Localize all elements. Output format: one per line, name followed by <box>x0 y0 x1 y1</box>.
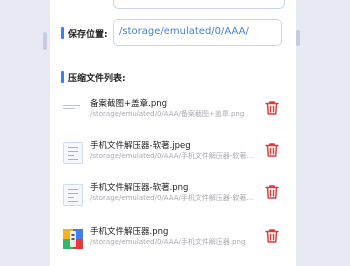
file-name: 手机文件解压器-软著.jpeg <box>90 141 191 151</box>
right-background <box>304 0 350 266</box>
file-list-marker <box>61 71 64 83</box>
file-path: /storage/emulated/0/AAA/手机文件解压器-软著.jpeg <box>90 152 255 160</box>
list-item[interactable]: 手机文件解压器-软著.jpeg /storage/emulated/0/AAA/… <box>63 136 285 170</box>
save-location-input[interactable]: /storage/emulated/0/AAA/ <box>113 19 282 46</box>
save-location-label: 保存位置: <box>68 30 108 40</box>
list-item[interactable]: 备案截图+盖章.png /storage/emulated/0/AAA/备案截图… <box>63 94 285 128</box>
previous-field-bottom <box>113 0 285 9</box>
file-path: /storage/emulated/0/AAA/手机文件解压器.png <box>90 238 246 246</box>
file-path: /storage/emulated/0/AAA/备案截图+盖章.png <box>90 110 245 118</box>
right-edge-handle <box>296 30 300 46</box>
file-path: /storage/emulated/0/AAA/手机文件解压器-软著.png <box>90 194 255 202</box>
trash-icon[interactable] <box>263 99 281 117</box>
blank-image-icon <box>63 100 83 122</box>
document-image-icon <box>63 142 83 164</box>
file-name: 手机文件解压器.png <box>90 227 169 237</box>
trash-icon[interactable] <box>263 183 281 201</box>
file-name: 手机文件解压器-软著.png <box>90 183 189 193</box>
left-background <box>0 0 48 266</box>
trash-icon[interactable] <box>263 227 281 245</box>
file-list-title: 压缩文件列表: <box>68 74 126 84</box>
document-image-icon <box>63 184 83 206</box>
save-location-marker <box>61 27 64 39</box>
list-item[interactable]: 手机文件解压器-软著.png /storage/emulated/0/AAA/手… <box>63 178 285 212</box>
trash-icon[interactable] <box>263 141 281 159</box>
list-item[interactable]: 手机文件解压器.png /storage/emulated/0/AAA/手机文件… <box>63 222 285 256</box>
app-logo-icon <box>63 229 83 249</box>
left-edge-handle <box>43 32 47 50</box>
file-name: 备案截图+盖章.png <box>90 99 168 109</box>
